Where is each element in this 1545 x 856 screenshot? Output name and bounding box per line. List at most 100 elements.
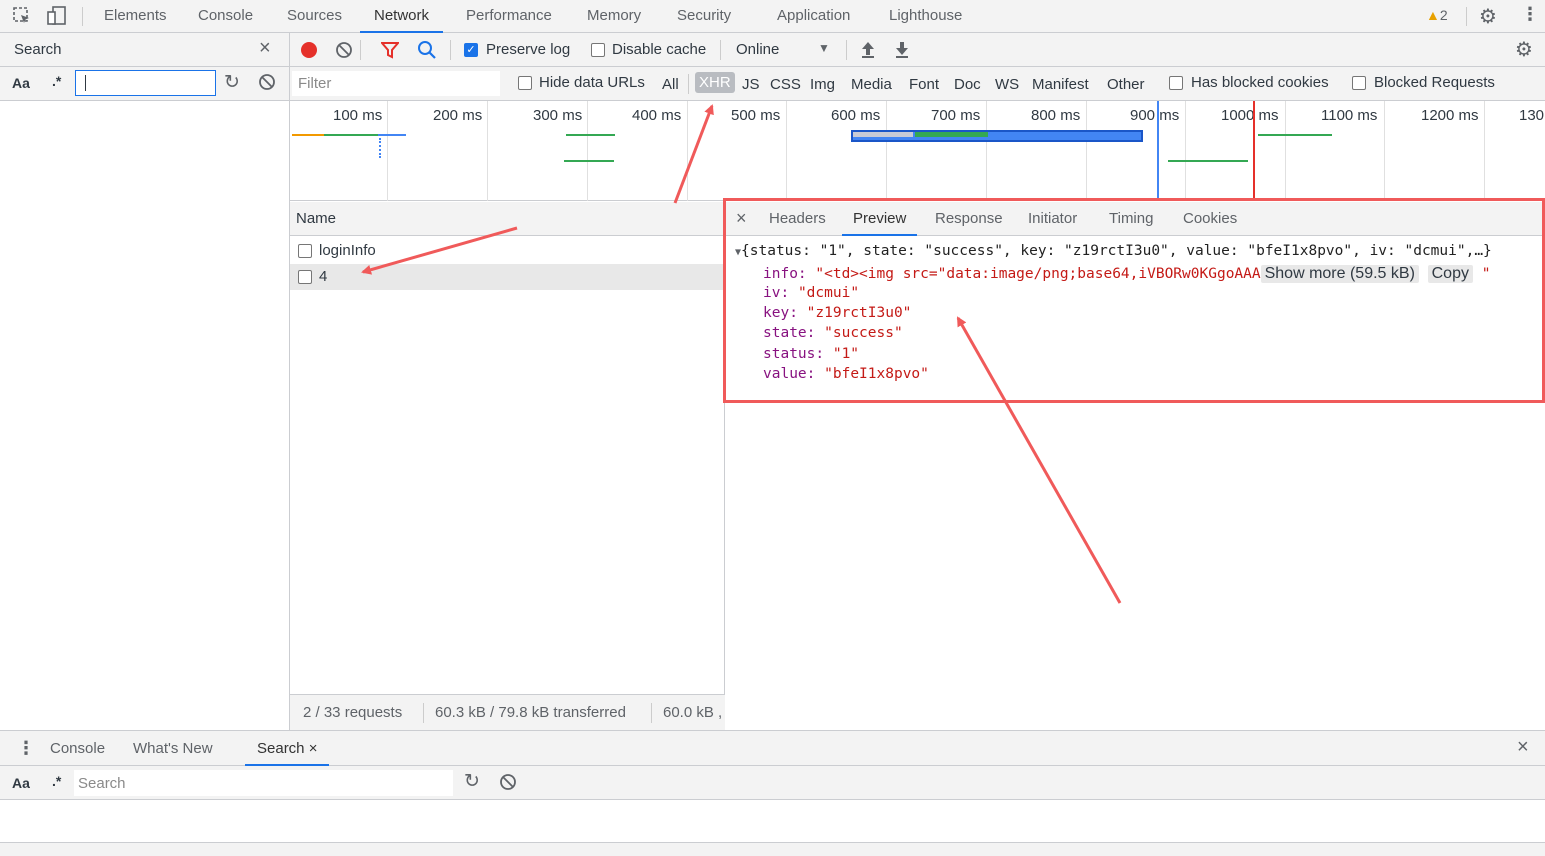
timing-bar <box>1168 160 1248 162</box>
search-sidebar-title: Search <box>14 41 62 58</box>
transferred-size: 60.3 kB / 79.8 kB transferred <box>435 704 626 721</box>
filter-icon[interactable] <box>379 41 401 63</box>
drawer-tab-whats-new[interactable]: What's New <box>133 740 213 757</box>
search-icon[interactable] <box>417 40 437 64</box>
timing-bar <box>379 138 381 158</box>
network-status-bar: 2 / 33 requests 60.3 kB / 79.8 kB transf… <box>290 694 725 730</box>
name-column-header[interactable]: Name <box>296 210 336 227</box>
clear-search-icon[interactable] <box>258 73 276 95</box>
search-sidebar-input[interactable] <box>75 70 216 96</box>
hide-data-urls-checkbox[interactable] <box>518 76 532 90</box>
preserve-log-label: Preserve log <box>486 41 571 58</box>
devtools-tab-bar: Elements Console Sources Network Perform… <box>0 0 1545 33</box>
tick-label: 130 <box>1519 107 1545 124</box>
load-event-line <box>1253 101 1255 201</box>
row-checkbox[interactable] <box>298 270 312 284</box>
drawer-match-case-button[interactable]: Aa <box>12 775 30 791</box>
close-tab-icon[interactable]: × <box>309 740 318 757</box>
drawer-tab-console[interactable]: Console <box>50 740 105 757</box>
drawer-search-placeholder: Search <box>78 775 126 792</box>
type-filter-xhr[interactable]: XHR <box>695 72 735 93</box>
type-filter-all[interactable]: All <box>662 76 679 93</box>
drawer-tab-search-label: Search <box>257 740 305 757</box>
timing-bar <box>853 132 913 137</box>
warning-indicator[interactable]: ▲2 <box>1426 7 1448 23</box>
drawer-refresh-icon[interactable]: ↻ <box>464 770 480 793</box>
request-row[interactable]: loginInfo <box>290 238 725 264</box>
has-blocked-cookies-checkbox[interactable] <box>1169 76 1183 90</box>
timing-bar <box>292 134 324 136</box>
preserve-log-checkbox[interactable]: ✓ <box>464 43 478 57</box>
type-filter-doc[interactable]: Doc <box>954 76 981 93</box>
resources-size: 60.0 kB , <box>663 704 723 721</box>
drawer-status-bar <box>0 842 1545 856</box>
drawer-regex-button[interactable]: .* <box>52 773 61 789</box>
warning-icon: ▲ <box>1426 7 1440 23</box>
drawer-tab-bar: ⋮ Console What's New Search × × <box>0 730 1545 766</box>
network-settings-gear-icon[interactable]: ⚙ <box>1515 37 1533 62</box>
regex-button[interactable]: .* <box>52 73 61 89</box>
type-filter-img[interactable]: Img <box>810 76 835 93</box>
export-har-icon[interactable] <box>894 40 910 62</box>
tick-label: 200 ms <box>433 107 483 124</box>
tab-security[interactable]: Security <box>677 0 731 33</box>
timing-bar <box>564 160 614 162</box>
search-sidebar: Search × Aa .* ↻ <box>0 33 290 730</box>
blocked-requests-checkbox[interactable] <box>1352 76 1366 90</box>
tab-sources[interactable]: Sources <box>287 0 342 33</box>
close-search-icon[interactable]: × <box>259 37 271 60</box>
tab-performance[interactable]: Performance <box>466 0 552 33</box>
type-filter-other[interactable]: Other <box>1107 76 1145 93</box>
inspect-element-icon[interactable] <box>12 6 32 26</box>
record-icon[interactable] <box>301 42 317 58</box>
network-overview[interactable]: 100 ms 200 ms 300 ms 400 ms 500 ms 600 m… <box>290 101 1545 201</box>
drawer-search-input[interactable]: Search <box>74 770 453 796</box>
chevron-down-icon[interactable]: ▼ <box>818 41 830 55</box>
device-toolbar-icon[interactable] <box>46 5 68 27</box>
filter-input[interactable]: Filter <box>292 71 500 96</box>
dom-content-loaded-line <box>1157 101 1159 201</box>
type-filter-font[interactable]: Font <box>909 76 939 93</box>
tab-console[interactable]: Console <box>198 0 253 33</box>
tab-network[interactable]: Network <box>360 0 444 33</box>
annotation-highlight-box <box>723 198 1545 403</box>
filter-placeholder: Filter <box>298 75 332 92</box>
type-filter-manifest[interactable]: Manifest <box>1032 76 1089 93</box>
tick-label: 1200 ms <box>1421 107 1479 124</box>
text-cursor <box>85 75 86 91</box>
tab-application[interactable]: Application <box>777 0 850 33</box>
drawer-search-toolbar: Aa .* Search ↻ <box>0 766 1545 800</box>
drawer-menu-icon[interactable]: ⋮ <box>17 738 35 759</box>
hide-data-urls-label: Hide data URLs <box>539 74 645 91</box>
disable-cache-checkbox[interactable] <box>591 43 605 57</box>
tick-label: 300 ms <box>533 107 583 124</box>
tab-elements[interactable]: Elements <box>104 0 167 33</box>
tab-lighthouse[interactable]: Lighthouse <box>889 0 962 33</box>
refresh-search-icon[interactable]: ↻ <box>224 71 240 94</box>
close-drawer-icon[interactable]: × <box>1517 736 1529 759</box>
request-list: Name loginInfo 4 2 / 33 requests 60.3 kB… <box>290 202 725 730</box>
settings-gear-icon[interactable]: ⚙ <box>1479 4 1497 29</box>
match-case-button[interactable]: Aa <box>12 75 30 91</box>
type-filter-media[interactable]: Media <box>851 76 892 93</box>
drawer-tab-search[interactable]: Search × <box>245 731 330 766</box>
filter-bar: Filter Hide data URLs All XHR JS CSS Img… <box>290 67 1545 101</box>
tick-label: 800 ms <box>1031 107 1081 124</box>
row-checkbox[interactable] <box>298 244 312 258</box>
tab-memory[interactable]: Memory <box>587 0 641 33</box>
drawer-clear-icon[interactable] <box>499 773 517 795</box>
has-blocked-cookies-label: Has blocked cookies <box>1191 74 1329 91</box>
type-filter-css[interactable]: CSS <box>770 76 801 93</box>
type-filter-ws[interactable]: WS <box>995 76 1019 93</box>
type-filter-js[interactable]: JS <box>742 76 760 93</box>
tick-label: 700 ms <box>931 107 981 124</box>
tick-label: 500 ms <box>731 107 781 124</box>
more-options-icon[interactable]: ⋮ <box>1521 4 1539 25</box>
timing-bar <box>324 134 378 136</box>
search-sidebar-header: Search × <box>0 33 289 67</box>
request-row[interactable]: 4 <box>290 264 725 290</box>
clear-log-icon[interactable] <box>335 41 353 63</box>
tick-label: 600 ms <box>831 107 881 124</box>
import-har-icon[interactable] <box>860 40 876 62</box>
throttling-select[interactable]: Online <box>736 41 779 58</box>
